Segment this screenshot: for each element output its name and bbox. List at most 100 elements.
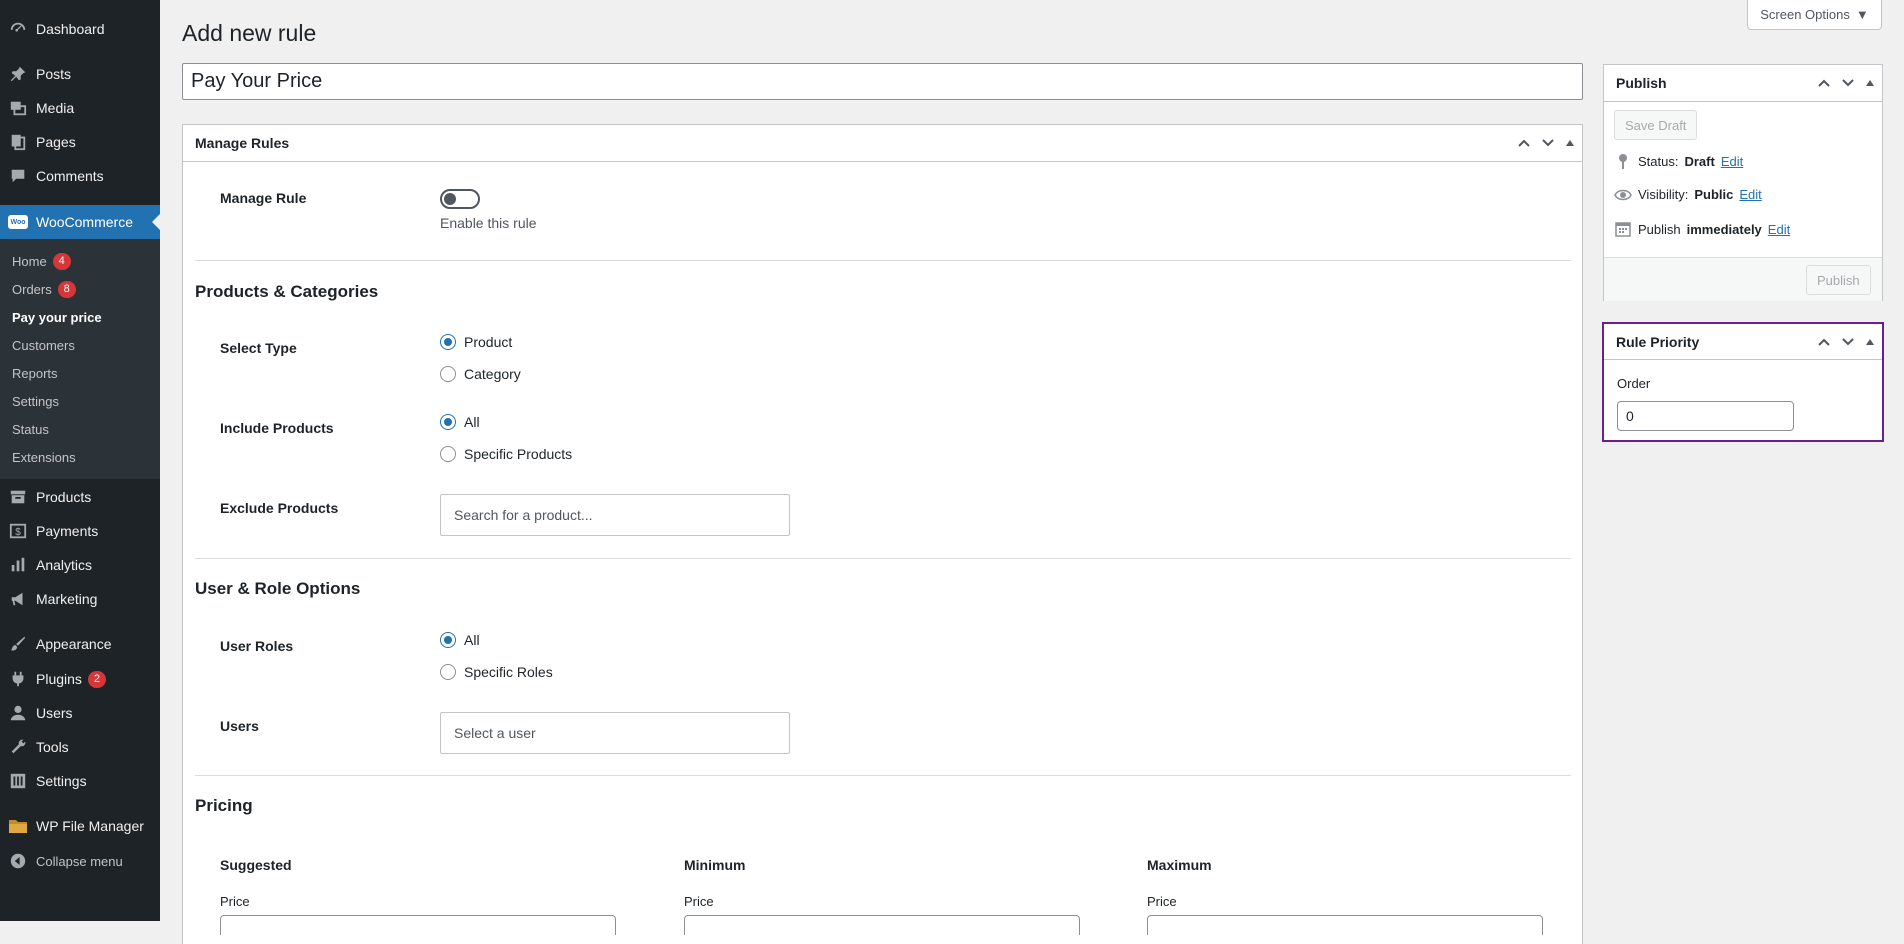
screen-options-button[interactable]: Screen Options ▼ (1747, 0, 1882, 30)
radio-roles-all[interactable]: All (440, 632, 480, 648)
menu-item-wp-file-manager[interactable]: WP File Manager (0, 809, 160, 843)
menu-item-woocommerce[interactable]: Woo WooCommerce (0, 205, 160, 239)
radio-include-all[interactable]: All (440, 414, 480, 430)
menu-item-media[interactable]: Media (0, 91, 160, 125)
menu-item-payments[interactable]: $ Payments (0, 514, 160, 548)
minimum-price-input[interactable] (684, 915, 1080, 935)
dollar-icon: $ (8, 521, 28, 541)
enable-rule-toggle[interactable] (440, 189, 480, 209)
publish-date-row: Publish immediately Edit (1614, 221, 1790, 237)
notification-badge: 2 (87, 670, 106, 688)
minimum-price-label: Price (684, 894, 714, 909)
submenu-item-pay-your-price[interactable]: Pay your price (12, 307, 102, 327)
menu-label: Posts (36, 66, 72, 82)
radio-button[interactable] (440, 334, 456, 350)
radio-button[interactable] (440, 366, 456, 382)
eye-icon (1614, 188, 1632, 202)
pricing-minimum-heading: Minimum (684, 857, 746, 873)
rule-priority-panel: Rule Priority Order (1602, 322, 1884, 442)
post-title-input[interactable] (182, 63, 1583, 100)
menu-item-posts[interactable]: Posts (0, 57, 160, 91)
radio-product[interactable]: Product (440, 334, 512, 350)
radio-label: All (464, 414, 480, 430)
maximum-price-label: Price (1147, 894, 1177, 909)
exclude-products-search[interactable]: Search for a product... (440, 494, 790, 536)
users-label: Users (220, 718, 259, 734)
menu-item-products[interactable]: Products (0, 480, 160, 514)
chevron-down-icon[interactable] (1840, 334, 1856, 350)
menu-item-analytics[interactable]: Analytics (0, 548, 160, 582)
menu-item-plugins[interactable]: Plugins 2 (0, 662, 160, 696)
pin-icon (1614, 153, 1632, 169)
collapse-triangle-icon[interactable] (1864, 77, 1876, 89)
enable-rule-text: Enable this rule (440, 215, 537, 231)
submenu-item-orders[interactable]: Orders 8 (12, 279, 76, 299)
maximum-price-input[interactable] (1147, 915, 1543, 935)
visibility-row: Visibility: Public Edit (1614, 187, 1762, 202)
menu-item-appearance[interactable]: Appearance (0, 627, 160, 661)
megaphone-icon (8, 589, 28, 609)
submenu-item-reports[interactable]: Reports (12, 363, 58, 383)
radio-button[interactable] (440, 446, 456, 462)
folder-icon (8, 816, 28, 836)
chevron-down-icon[interactable] (1540, 135, 1556, 151)
publish-actions: Publish (1604, 257, 1882, 301)
submenu-item-customers[interactable]: Customers (12, 335, 75, 355)
publish-panel: Publish Save Draft Status: Draft Edit Vi… (1603, 64, 1883, 301)
menu-label: Products (36, 489, 92, 505)
menu-item-pages[interactable]: Pages (0, 125, 160, 159)
collapse-triangle-icon[interactable] (1564, 137, 1576, 149)
caret-down-icon: ▼ (1855, 7, 1869, 22)
order-input[interactable] (1617, 401, 1794, 431)
wrench-icon (8, 737, 28, 757)
save-draft-button[interactable]: Save Draft (1614, 110, 1698, 140)
menu-item-comments[interactable]: Comments (0, 159, 160, 193)
edit-visibility-link[interactable]: Edit (1739, 187, 1761, 202)
pricing-section-title: Pricing (195, 796, 253, 815)
menu-label: Media (36, 100, 75, 116)
menu-item-tools[interactable]: Tools (0, 730, 160, 764)
menu-item-users[interactable]: Users (0, 696, 160, 730)
panel-handle-buttons (1816, 324, 1876, 360)
screen-options-label: Screen Options (1760, 7, 1850, 22)
rule-priority-header: Rule Priority (1604, 324, 1882, 360)
media-icon (8, 98, 28, 118)
users-select[interactable]: Select a user (440, 712, 790, 754)
chevron-up-icon[interactable] (1816, 75, 1832, 91)
publish-button[interactable]: Publish (1806, 265, 1871, 295)
woocommerce-submenu: Home 4 Orders 8 Pay your price Customers… (0, 239, 160, 479)
chevron-up-icon[interactable] (1516, 135, 1532, 151)
include-products-label: Include Products (220, 420, 334, 436)
radio-button[interactable] (440, 632, 456, 648)
collapse-triangle-icon[interactable] (1864, 336, 1876, 348)
radio-category[interactable]: Category (440, 366, 521, 382)
chevron-down-icon[interactable] (1840, 75, 1856, 91)
radio-button[interactable] (440, 414, 456, 430)
bar-chart-icon (8, 555, 28, 575)
radio-specific-products[interactable]: Specific Products (440, 446, 572, 462)
dashboard-icon (8, 19, 28, 39)
collapse-menu-button[interactable]: Collapse menu (0, 844, 160, 878)
radio-button[interactable] (440, 664, 456, 680)
edit-status-link[interactable]: Edit (1721, 154, 1743, 169)
submenu-item-home[interactable]: Home 4 (12, 251, 71, 271)
radio-label: All (464, 632, 480, 648)
panel-title: Rule Priority (1616, 333, 1700, 350)
chevron-up-icon[interactable] (1816, 334, 1832, 350)
brush-icon (8, 634, 28, 654)
order-label: Order (1617, 376, 1651, 391)
menu-item-marketing[interactable]: Marketing (0, 582, 160, 616)
radio-specific-roles[interactable]: Specific Roles (440, 664, 553, 680)
submenu-label: Extensions (12, 449, 76, 465)
suggested-price-label: Price (220, 894, 250, 909)
select-placeholder: Select a user (454, 725, 536, 741)
edit-publish-date-link[interactable]: Edit (1768, 222, 1790, 237)
suggested-price-input[interactable] (220, 915, 616, 935)
submenu-item-extensions[interactable]: Extensions (12, 447, 76, 467)
submenu-item-settings[interactable]: Settings (12, 391, 59, 411)
submenu-item-status[interactable]: Status (12, 419, 49, 439)
menu-label: Users (36, 705, 73, 721)
menu-item-settings[interactable]: Settings (0, 764, 160, 798)
pages-icon (8, 132, 28, 152)
menu-item-dashboard[interactable]: Dashboard (0, 12, 160, 46)
